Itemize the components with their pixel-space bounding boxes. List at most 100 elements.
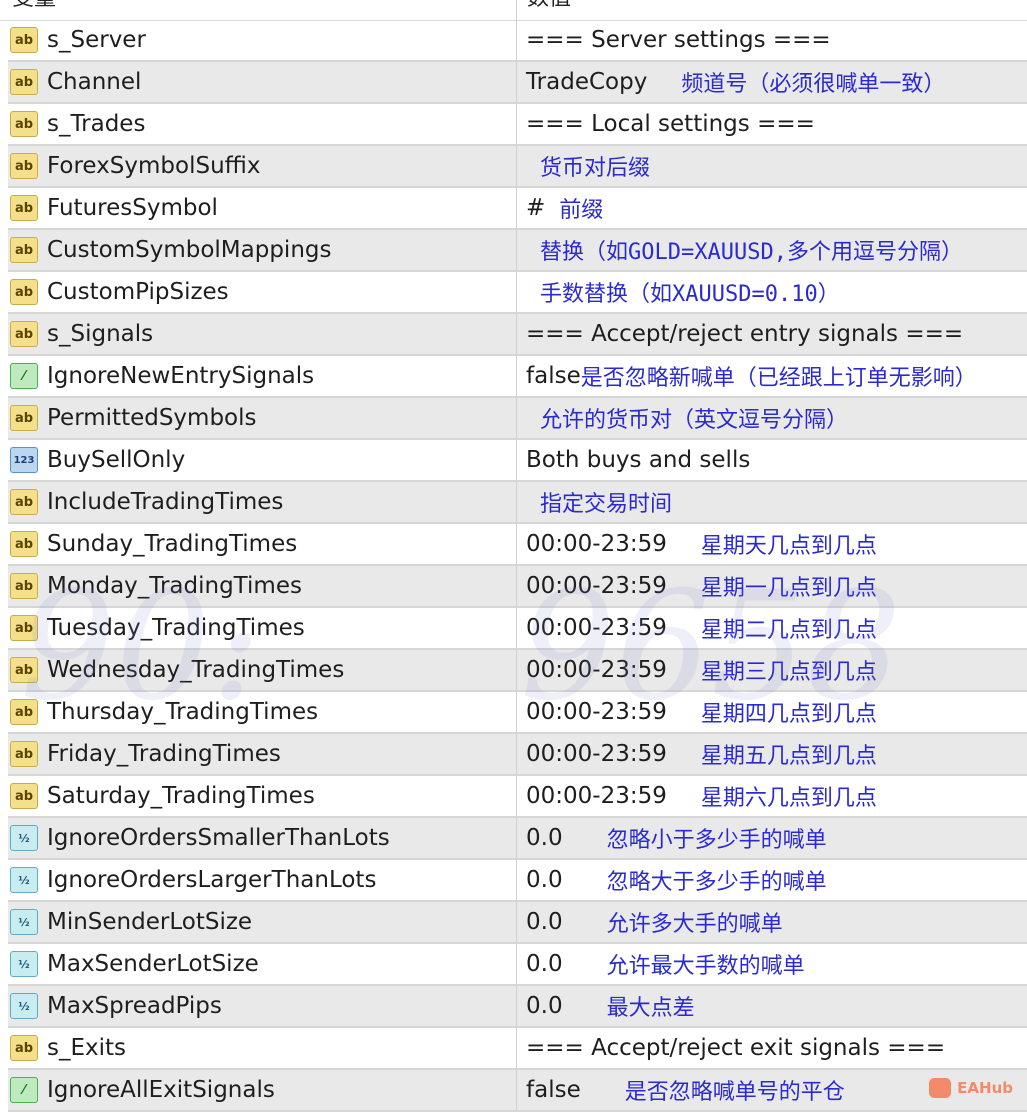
parameter-name-cell[interactable]: ⁄ IgnoreAllExitSignals (8, 1070, 517, 1110)
parameter-row[interactable]: ⁄ IgnoreAllExitSignals false 是否忽略喊单号的平仓 (8, 1070, 1027, 1112)
parameter-name-cell[interactable]: ½ MinSenderLotSize (8, 902, 517, 942)
parameter-value-cell[interactable]: 00:00-23:59 星期一几点到几点 (517, 566, 1027, 606)
parameter-name-cell[interactable]: ab FuturesSymbol (8, 188, 517, 228)
parameter-value-cell[interactable]: 00:00-23:59 星期天几点到几点 (517, 524, 1027, 564)
parameter-row[interactable]: ab Thursday_TradingTimes 00:00-23:59 星期四… (8, 692, 1027, 734)
parameter-value-cell[interactable]: 00:00-23:59 星期三几点到几点 (517, 650, 1027, 690)
parameter-name-cell[interactable]: ab Saturday_TradingTimes (8, 776, 517, 816)
parameter-row[interactable]: ab ForexSymbolSuffix 货币对后缀 (8, 146, 1027, 188)
parameter-row[interactable]: ab CustomPipSizes 手数替换（如XAUUSD=0.10） (8, 272, 1027, 314)
parameter-value-cell[interactable]: 手数替换（如XAUUSD=0.10） (517, 272, 1027, 312)
parameter-name-cell[interactable]: ab Sunday_TradingTimes (8, 524, 517, 564)
parameter-value-cell[interactable]: false 是否忽略新喊单（已经跟上订单无影响） (517, 356, 1027, 396)
parameter-name-cell[interactable]: ab s_Trades (8, 104, 517, 144)
parameter-row[interactable]: ab Channel TradeCopy 频道号（必须很喊单一致） (8, 62, 1027, 104)
parameter-value: === Local settings === (526, 111, 815, 137)
parameter-name-cell[interactable]: ab Tuesday_TradingTimes (8, 608, 517, 648)
parameter-name-cell[interactable]: ½ MaxSenderLotSize (8, 944, 517, 984)
parameter-value-cell[interactable]: === Server settings === (517, 20, 1027, 60)
parameter-name: s_Server (47, 27, 146, 53)
parameter-name-cell[interactable]: ab CustomPipSizes (8, 272, 517, 312)
parameter-row[interactable]: ½ MaxSenderLotSize 0.0 允许最大手数的喊单 (8, 944, 1027, 986)
parameter-name: MaxSenderLotSize (47, 951, 259, 977)
parameter-row[interactable]: ⁄ IgnoreNewEntrySignals false 是否忽略新喊单（已经… (8, 356, 1027, 398)
parameter-name-cell[interactable]: 123 BuySellOnly (8, 440, 517, 480)
parameter-value-cell[interactable]: 0.0 忽略大于多少手的喊单 (517, 860, 1027, 900)
parameter-row[interactable]: ab Sunday_TradingTimes 00:00-23:59 星期天几点… (8, 524, 1027, 566)
ab-type-icon: ab (10, 405, 38, 431)
parameter-value-cell[interactable]: 00:00-23:59 星期六几点到几点 (517, 776, 1027, 816)
parameter-row[interactable]: ab s_Server === Server settings === (8, 20, 1027, 62)
parameter-value: 0.0 (526, 993, 563, 1019)
parameter-comment: 前缀 (559, 198, 604, 223)
parameter-name-cell[interactable]: ab s_Exits (8, 1028, 517, 1068)
parameter-name-cell[interactable]: ⁄ IgnoreNewEntrySignals (8, 356, 517, 396)
parameter-value-cell[interactable]: 00:00-23:59 星期二几点到几点 (517, 608, 1027, 648)
parameter-value-cell[interactable]: Both buys and sells (517, 440, 1027, 480)
parameter-row[interactable]: ab s_Trades === Local settings === (8, 104, 1027, 146)
parameter-row[interactable]: ab Monday_TradingTimes 00:00-23:59 星期一几点… (8, 566, 1027, 608)
parameter-name-cell[interactable]: ab Monday_TradingTimes (8, 566, 517, 606)
parameter-name-cell[interactable]: ab Friday_TradingTimes (8, 734, 517, 774)
parameter-row[interactable]: ab Tuesday_TradingTimes 00:00-23:59 星期二几… (8, 608, 1027, 650)
ab-type-icon: ab (10, 321, 38, 347)
parameter-row[interactable]: 123 BuySellOnly Both buys and sells (8, 440, 1027, 482)
parameter-name: Thursday_TradingTimes (47, 699, 319, 725)
parameter-value-cell[interactable]: 允许的货币对（英文逗号分隔） (517, 398, 1027, 438)
parameter-value-cell[interactable]: 0.0 允许最大手数的喊单 (517, 944, 1027, 984)
parameter-row[interactable]: ab PermittedSymbols 允许的货币对（英文逗号分隔） (8, 398, 1027, 440)
parameter-value: 00:00-23:59 (526, 741, 667, 767)
parameter-row[interactable]: ½ IgnoreOrdersSmallerThanLots 0.0 忽略小于多少… (8, 818, 1027, 860)
parameter-row[interactable]: ½ MaxSpreadPips 0.0 最大点差 (8, 986, 1027, 1028)
parameter-value-cell[interactable]: # 前缀 (517, 188, 1027, 228)
parameter-row[interactable]: ab Wednesday_TradingTimes 00:00-23:59 星期… (8, 650, 1027, 692)
parameter-row[interactable]: ½ MinSenderLotSize 0.0 允许多大手的喊单 (8, 902, 1027, 944)
parameter-name-cell[interactable]: ab CustomSymbolMappings (8, 230, 517, 270)
parameter-value-cell[interactable]: 货币对后缀 (517, 146, 1027, 186)
parameter-value-cell[interactable]: 指定交易时间 (517, 482, 1027, 522)
parameter-name-cell[interactable]: ab s_Signals (8, 314, 517, 354)
parameter-row[interactable]: ½ IgnoreOrdersLargerThanLots 0.0 忽略大于多少手… (8, 860, 1027, 902)
parameter-comment: 忽略大于多少手的喊单 (606, 870, 827, 895)
parameter-value-cell[interactable]: === Accept/reject exit signals === (517, 1028, 1027, 1068)
parameter-value-cell[interactable]: 00:00-23:59 星期五几点到几点 (517, 734, 1027, 774)
parameter-value-cell[interactable]: 00:00-23:59 星期四几点到几点 (517, 692, 1027, 732)
parameter-comment: 是否忽略新喊单（已经跟上订单无影响） (580, 366, 977, 391)
parameter-row[interactable]: ab CustomSymbolMappings 替换（如GOLD=XAUUSD,… (8, 230, 1027, 272)
parameter-row[interactable]: ab s_Signals === Accept/reject entry sig… (8, 314, 1027, 356)
parameter-value: 00:00-23:59 (526, 657, 667, 683)
parameter-name-cell[interactable]: ½ MaxSpreadPips (8, 986, 517, 1026)
parameter-name-cell[interactable]: ab ForexSymbolSuffix (8, 146, 517, 186)
parameter-row[interactable]: ab FuturesSymbol # 前缀 (8, 188, 1027, 230)
parameter-value-cell[interactable]: === Accept/reject entry signals === (517, 314, 1027, 354)
parameter-row[interactable]: ab Friday_TradingTimes 00:00-23:59 星期五几点… (8, 734, 1027, 776)
column-header-name[interactable]: 变量 (0, 0, 517, 20)
column-header-value[interactable]: 数值 (517, 0, 571, 20)
parameter-name-cell[interactable]: ½ IgnoreOrdersLargerThanLots (8, 860, 517, 900)
parameter-name-cell[interactable]: ab Thursday_TradingTimes (8, 692, 517, 732)
parameter-name-cell[interactable]: ab IncludeTradingTimes (8, 482, 517, 522)
parameter-name-cell[interactable]: ½ IgnoreOrdersSmallerThanLots (8, 818, 517, 858)
parameter-row[interactable]: ab Saturday_TradingTimes 00:00-23:59 星期六… (8, 776, 1027, 818)
parameter-value-cell[interactable]: 替换（如GOLD=XAUUSD,多个用逗号分隔） (517, 230, 1027, 270)
parameter-value-cell[interactable]: 0.0 最大点差 (517, 986, 1027, 1026)
dbl-type-icon: ½ (10, 825, 38, 851)
parameter-comment: 最大点差 (606, 996, 695, 1021)
int-type-icon: 123 (10, 447, 38, 473)
parameter-comment: 星期三几点到几点 (700, 660, 877, 685)
parameter-value: # (526, 195, 546, 221)
ab-type-icon: ab (10, 195, 38, 221)
parameter-name-cell[interactable]: ab s_Server (8, 20, 517, 60)
parameter-name-cell[interactable]: ab PermittedSymbols (8, 398, 517, 438)
parameter-name-cell[interactable]: ab Channel (8, 62, 517, 102)
parameter-name: Channel (47, 69, 142, 95)
parameter-value-cell[interactable]: 0.0 允许多大手的喊单 (517, 902, 1027, 942)
parameter-row[interactable]: ab IncludeTradingTimes 指定交易时间 (8, 482, 1027, 524)
parameter-value-cell[interactable]: 0.0 忽略小于多少手的喊单 (517, 818, 1027, 858)
parameter-value: 0.0 (526, 951, 563, 977)
parameter-name-cell[interactable]: ab Wednesday_TradingTimes (8, 650, 517, 690)
parameter-row[interactable]: ab s_Exits === Accept/reject exit signal… (8, 1028, 1027, 1070)
parameter-value-cell[interactable]: === Local settings === (517, 104, 1027, 144)
ab-type-icon: ab (10, 741, 38, 767)
parameter-value-cell[interactable]: TradeCopy 频道号（必须很喊单一致） (517, 62, 1027, 102)
